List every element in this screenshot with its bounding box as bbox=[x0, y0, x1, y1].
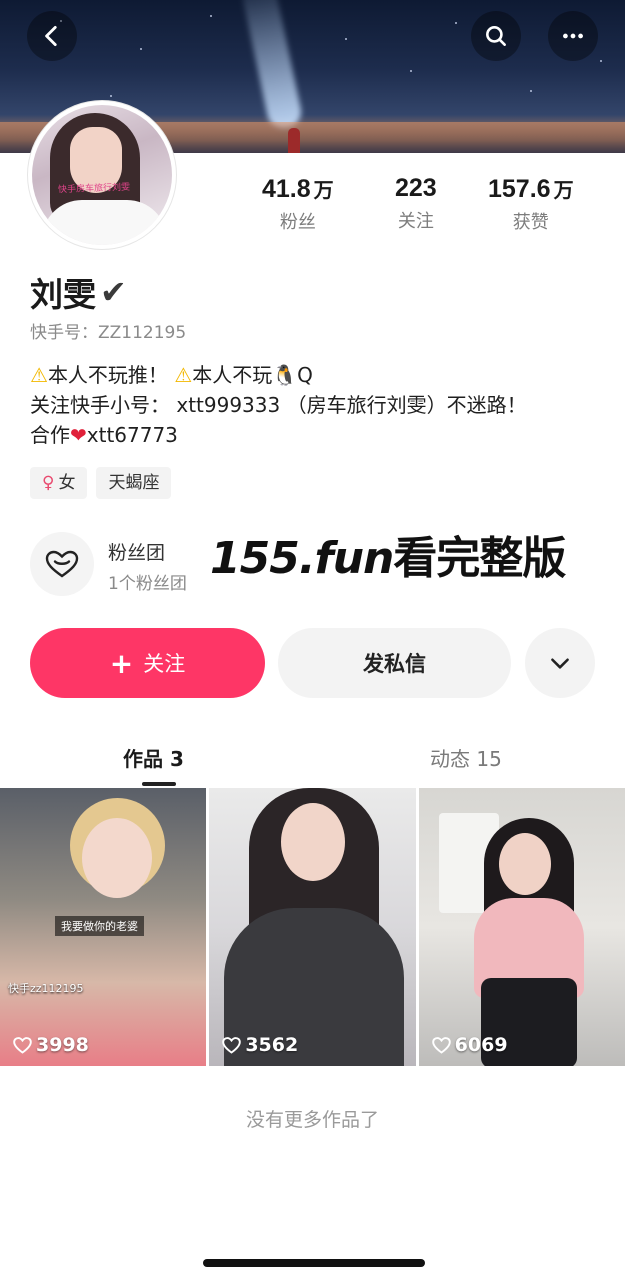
bio-line-1: ⚠本人不玩推！ ⚠本人不玩🐧Q bbox=[30, 363, 313, 387]
tab-works[interactable]: 作品 3 bbox=[123, 743, 184, 772]
stat-following[interactable]: 223 关注 bbox=[395, 174, 437, 233]
star bbox=[110, 95, 112, 97]
video-thumbnail[interactable]: 我要做你的老婆 快手zz112195 3998 bbox=[0, 788, 207, 1066]
video-caption: 我要做你的老婆 bbox=[55, 916, 144, 936]
fan-club-heart-icon bbox=[45, 550, 79, 578]
expand-button[interactable] bbox=[525, 628, 595, 698]
avatar[interactable]: 快手房车旅行刘雯 bbox=[27, 100, 177, 250]
star bbox=[530, 90, 532, 92]
gender-tag: ♀ 女 bbox=[30, 467, 88, 499]
more-button[interactable] bbox=[548, 11, 598, 61]
heart-outline-icon bbox=[431, 1036, 451, 1054]
home-indicator[interactable] bbox=[203, 1259, 425, 1267]
heart-outline-icon bbox=[13, 1036, 32, 1054]
star bbox=[140, 48, 142, 50]
stat-label: 关注 bbox=[397, 211, 434, 232]
bio-line-3: 合作❤xtt67773 bbox=[30, 423, 178, 447]
star bbox=[345, 38, 347, 40]
name-row: 刘雯 ✔ bbox=[30, 268, 127, 316]
like-count: 6069 bbox=[431, 1034, 508, 1056]
person-silhouette bbox=[288, 128, 300, 153]
warning-icon: ⚠ bbox=[30, 363, 48, 387]
heart-outline-icon bbox=[222, 1036, 242, 1054]
stat-value: 41.8 bbox=[262, 175, 311, 203]
search-icon bbox=[486, 26, 506, 46]
kuaishou-id[interactable]: 快手号：ZZ112195 bbox=[30, 318, 186, 343]
chevron-down-icon bbox=[551, 658, 569, 669]
follow-button[interactable]: + 关注 bbox=[30, 628, 265, 698]
like-count: 3562 bbox=[221, 1034, 298, 1056]
stat-value: 223 bbox=[395, 174, 437, 202]
profile-tags: ♀ 女 天蝎座 bbox=[30, 467, 172, 499]
penguin-icon: 🐧 bbox=[272, 363, 298, 387]
video-grid: 我要做你的老婆 快手zz112195 3998 3562 6069 bbox=[0, 788, 625, 1066]
fan-club-count: 1个粉丝团 bbox=[108, 574, 187, 594]
bio: ⚠本人不玩推！ ⚠本人不玩🐧Q 关注快手小号： xtt999333 （房车旅行刘… bbox=[30, 360, 600, 450]
stat-label: 获赞 bbox=[512, 212, 549, 233]
more-horizontal-icon bbox=[563, 33, 583, 39]
like-count: 3998 bbox=[12, 1034, 89, 1056]
star bbox=[455, 22, 457, 24]
tab-moments[interactable]: 动态 15 bbox=[430, 743, 502, 772]
warning-icon: ⚠ bbox=[174, 363, 193, 387]
stat-unit: 万 bbox=[553, 180, 574, 202]
promo-overlay: 155.fun看完整版 bbox=[210, 533, 566, 584]
stat-value: 157.6 bbox=[488, 175, 551, 203]
chevron-left-icon bbox=[45, 25, 57, 47]
stat-label: 粉丝 bbox=[279, 212, 316, 233]
tab-indicator bbox=[142, 782, 176, 786]
no-more-works-text: 没有更多作品了 bbox=[245, 1109, 379, 1131]
video-thumbnail[interactable]: 3562 bbox=[209, 788, 416, 1066]
back-button[interactable] bbox=[27, 11, 77, 61]
star bbox=[600, 60, 602, 62]
profile-name: 刘雯 bbox=[30, 275, 96, 314]
zodiac-tag: 天蝎座 bbox=[96, 467, 172, 499]
message-button[interactable]: 发私信 bbox=[278, 628, 511, 698]
search-button[interactable] bbox=[471, 11, 521, 61]
avatar-stamp: 快手房车旅行刘雯 bbox=[57, 182, 131, 196]
star bbox=[210, 15, 212, 17]
female-icon: ♀ bbox=[42, 473, 55, 493]
bio-line-2: 关注快手小号： xtt999333 （房车旅行刘雯）不迷路！ bbox=[30, 393, 527, 417]
heart-icon: ❤ bbox=[70, 423, 87, 447]
light-beam bbox=[239, 0, 305, 132]
plus-icon: + bbox=[109, 646, 134, 680]
avatar-image: 快手房车旅行刘雯 bbox=[32, 105, 172, 245]
video-watermark: 快手zz112195 bbox=[8, 982, 84, 995]
stat-likes[interactable]: 157.6 万 获赞 bbox=[488, 174, 574, 234]
video-thumbnail[interactable]: 6069 bbox=[418, 788, 625, 1066]
stat-followers[interactable]: 41.8 万 粉丝 bbox=[262, 174, 334, 234]
fan-club-button[interactable] bbox=[30, 532, 94, 596]
star bbox=[410, 70, 412, 72]
verified-icon: ✔ bbox=[100, 273, 127, 311]
fan-club-title[interactable]: 粉丝团 bbox=[108, 538, 165, 565]
stat-unit: 万 bbox=[313, 180, 334, 202]
